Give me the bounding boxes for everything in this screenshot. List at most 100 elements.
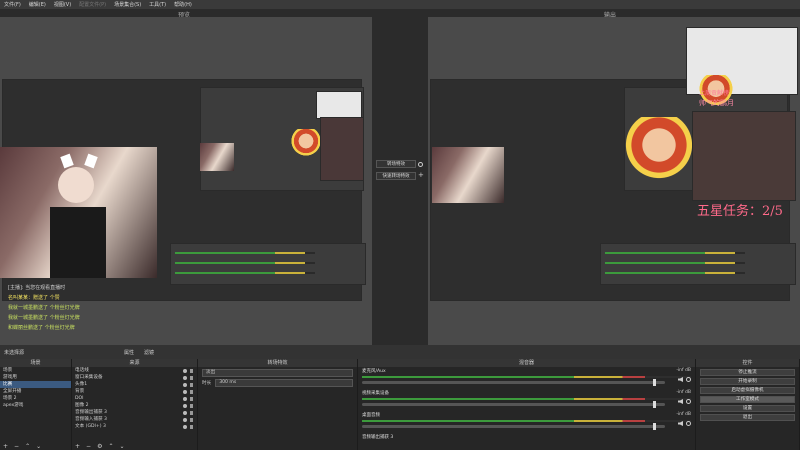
source-item[interactable]: 电话线 [72, 367, 197, 374]
add-icon[interactable]: + [75, 443, 80, 450]
gear-icon[interactable] [418, 162, 423, 167]
remove-icon[interactable]: − [86, 443, 91, 450]
scenes-title: 场景 [0, 359, 71, 367]
gear-icon[interactable] [686, 399, 691, 404]
channel-name: 音频输出捕获 3 [362, 435, 394, 440]
source-item[interactable]: 音频输入捕获 3 [72, 416, 197, 423]
eye-icon[interactable] [183, 375, 187, 380]
settings-button[interactable]: 设置 [700, 405, 795, 412]
exit-button[interactable]: 退出 [700, 414, 795, 421]
channel-db: -inf dB [676, 368, 691, 373]
scene-item-selected[interactable]: 比赛 [0, 381, 71, 388]
volume-slider[interactable] [362, 379, 665, 386]
lock-icon[interactable] [190, 389, 193, 394]
gear-icon[interactable] [686, 377, 691, 382]
volume-meter [362, 376, 691, 378]
nested-mixer [170, 243, 366, 285]
channel-db: -inf dB [676, 390, 691, 395]
speaker-icon[interactable] [678, 399, 683, 404]
properties-button[interactable]: 属性 [124, 349, 134, 356]
controls-title: 控件 [696, 359, 799, 367]
volume-meter [362, 398, 691, 400]
menu-tools[interactable]: 工具(T) [149, 1, 166, 8]
lock-icon[interactable] [190, 375, 193, 380]
sources-title: 来源 [72, 359, 197, 367]
source-label: 头像1 [75, 382, 88, 387]
preview-panel[interactable]: [主播]: 当您在观看直播时 名叫某某：赠送了 个赞 我就一城墨鹏送了 个粉丝灯… [0, 17, 372, 345]
menu-view[interactable]: 视图(V) [54, 1, 71, 8]
overlay-subtitle: 帅气的鹏月 [699, 99, 734, 107]
eye-icon[interactable] [183, 417, 187, 422]
eye-icon[interactable] [183, 424, 187, 429]
chat-line: 和蝶丽丝鹏送了 个粉丝灯光牌 [8, 325, 75, 331]
anime-sticker-large [624, 117, 694, 187]
menu-help[interactable]: 帮助(H) [174, 1, 192, 8]
source-item[interactable]: 背景 [72, 388, 197, 395]
eye-icon[interactable] [183, 396, 187, 401]
menu-file[interactable]: 文件(F) [4, 1, 21, 8]
source-item[interactable]: DOI [72, 395, 197, 402]
source-label: 音频输出捕获 3 [75, 410, 107, 415]
up-icon[interactable]: ⌃ [25, 443, 30, 450]
eye-icon[interactable] [183, 389, 187, 394]
source-label: 电话线 [75, 368, 89, 373]
webcam-feed [0, 147, 157, 278]
eye-icon[interactable] [183, 382, 187, 387]
no-source-label: 未选择源 [4, 349, 25, 356]
start-recording-button[interactable]: 开始录制 [700, 378, 795, 385]
gear-icon[interactable] [686, 421, 691, 426]
lock-icon[interactable] [190, 417, 193, 422]
filters-button[interactable]: 滤镜 [144, 349, 154, 356]
remove-icon[interactable]: − [14, 443, 19, 450]
lock-icon[interactable] [190, 410, 193, 415]
chat-line: 我就一城墨鹏送了 个粉丝灯光牌 [8, 305, 80, 311]
scene-item[interactable]: apex游戏 [0, 402, 71, 409]
quick-transition-button[interactable]: 快速转场特效 [376, 172, 416, 180]
transition-type-select[interactable]: 淡出 [202, 369, 353, 377]
source-item[interactable]: 文本 (GDI+) 3 [72, 423, 197, 430]
eye-icon[interactable] [183, 403, 187, 408]
source-item[interactable]: 头像1 [72, 381, 197, 388]
studio-mode-button[interactable]: 工作室模式 [700, 396, 795, 403]
add-icon[interactable]: + [3, 443, 8, 450]
lock-icon[interactable] [190, 424, 193, 429]
menu-edit[interactable]: 编辑(E) [29, 1, 46, 8]
lock-icon[interactable] [190, 368, 193, 373]
scene-item[interactable]: 场景 2 [0, 395, 71, 402]
scene-item[interactable]: 游戏用 [0, 374, 71, 381]
gear-icon[interactable]: ⚙ [97, 443, 102, 450]
stop-streaming-button[interactable]: 停止推流 [700, 369, 795, 376]
mixer-dock: 混音器 麦克风/Aux -inf dB 视频采集设备 -inf dB 桌面音频 … [358, 359, 696, 450]
webcam-thumb [316, 91, 362, 119]
volume-slider[interactable] [362, 401, 665, 408]
source-item[interactable]: 音频输出捕获 3 [72, 409, 197, 416]
down-icon[interactable]: ⌄ [36, 443, 41, 450]
lock-icon[interactable] [190, 403, 193, 408]
source-item[interactable]: 图像 2 [72, 402, 197, 409]
source-label: 文本 (GDI+) 3 [75, 424, 106, 429]
eye-icon[interactable] [183, 368, 187, 373]
scenes-footer: + − ⌃ ⌄ [0, 442, 71, 450]
speaker-icon[interactable] [678, 377, 683, 382]
source-item[interactable]: 窗口采集设备 [72, 374, 197, 381]
add-icon[interactable]: + [418, 171, 424, 179]
volume-slider[interactable] [362, 423, 665, 430]
gift-ranking-overlay: 上周贡献榜 帅气的鹏月 [692, 90, 796, 201]
source-label: 背景 [75, 389, 85, 394]
up-icon[interactable]: ⌃ [108, 443, 113, 450]
menu-profile[interactable]: 配置文件(P) [79, 1, 106, 8]
eye-icon[interactable] [183, 410, 187, 415]
lock-icon[interactable] [190, 396, 193, 401]
down-icon[interactable]: ⌄ [119, 443, 124, 450]
duration-input[interactable]: 300 ms [215, 379, 353, 387]
scenes-dock: 场景 场景 游戏用 比赛 全屏开播 场景 2 apex游戏 + − ⌃ ⌄ [0, 359, 72, 450]
chat-line: 我就一城墨鹏送了 个粉丝灯光牌 [8, 315, 80, 321]
scene-item[interactable]: 全屏开播 [0, 388, 71, 395]
anime-sticker [290, 129, 322, 159]
menu-scene-collection[interactable]: 场景集合(S) [114, 1, 141, 8]
transition-button[interactable]: 转场特效 [376, 160, 416, 168]
lock-icon[interactable] [190, 382, 193, 387]
scene-item[interactable]: 场景 [0, 367, 71, 374]
speaker-icon[interactable] [678, 421, 683, 426]
virtual-camera-button[interactable]: 启动虚拟摄像机 [700, 387, 795, 394]
